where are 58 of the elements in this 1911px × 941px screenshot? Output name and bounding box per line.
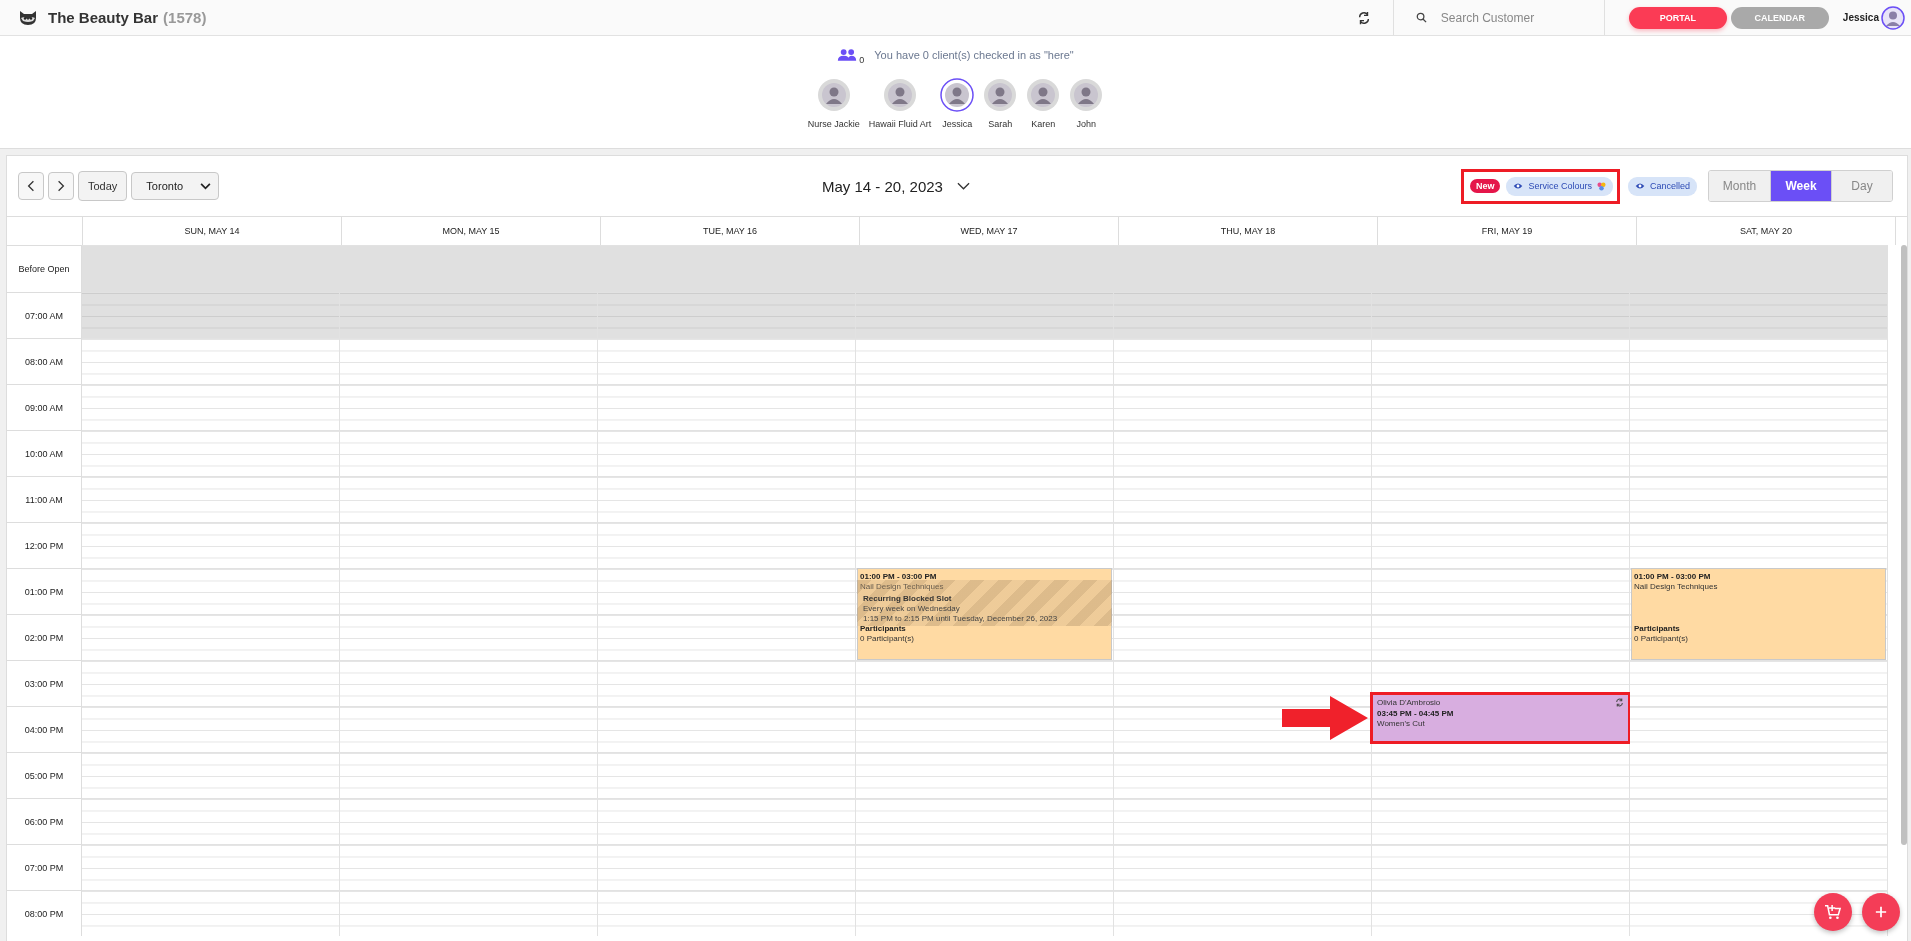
staff-avatar[interactable] [940, 78, 975, 112]
chevron-left-icon [27, 180, 35, 192]
chevron-right-icon [57, 180, 65, 192]
people-icon [837, 48, 858, 62]
event-title: Nail Design Techniques [1634, 582, 1719, 592]
participants-label: Participants [1634, 624, 1681, 634]
business-name: The Beauty Bar [48, 9, 159, 26]
user-name[interactable]: Jessica [1842, 12, 1879, 23]
staff-avatar[interactable] [1026, 78, 1061, 112]
class-event[interactable]: 01:00 PM - 03:00 PM Nail Design Techniques Participants 0 Participant(s) [1631, 568, 1886, 660]
previous-button[interactable] [18, 172, 44, 200]
date-range-title[interactable]: May 14 - 20, 2023 [822, 177, 943, 195]
service-name: Women's Cut [1377, 718, 1426, 729]
staff-avatar[interactable] [983, 78, 1018, 112]
participants-count: 0 Participant(s) [860, 634, 915, 644]
staff-name[interactable]: Hawaii Fluid Art [868, 119, 932, 129]
participants-count: 0 Participant(s) [1634, 634, 1689, 644]
staff-avatar[interactable] [1069, 78, 1104, 112]
staff-name[interactable]: Karen [1031, 119, 1056, 129]
sync-icon[interactable] [1356, 10, 1371, 25]
user-avatar[interactable] [1881, 5, 1905, 30]
client-name: Olivia D'Ambrosio [1377, 697, 1442, 708]
event-title: Nail Design Techniques [860, 582, 945, 592]
header-tab[interactable]: PORTAL [1628, 6, 1727, 29]
recurrence-text: Every week on Wednesday [863, 603, 961, 614]
appointment-event[interactable]: Olivia D'Ambrosio 03:45 PM - 04:45 PM Women's Cut [1373, 694, 1628, 741]
eye-icon [1634, 182, 1645, 190]
timezone-select[interactable]: Toronto [131, 172, 220, 200]
event-time: 03:45 PM - 04:45 PM [1377, 707, 1455, 719]
today-button[interactable]: Today [78, 171, 128, 201]
participants-label: Participants [860, 624, 907, 634]
event-time: 01:00 PM - 03:00 PM [860, 571, 938, 582]
search-field[interactable]: Search Customer [1438, 9, 1583, 26]
eye-icon [1513, 182, 1524, 190]
scrollbar[interactable] [1901, 245, 1907, 845]
staff-name[interactable]: Sarah [988, 119, 1013, 129]
toggle-pill[interactable]: Cancelled [1627, 176, 1697, 196]
cart-plus-icon [1824, 904, 1842, 920]
new-badge: New [1469, 179, 1501, 193]
blocked-time: 1:15 PM to 2:15 PM until Tuesday, December 26, 2023 [863, 613, 1059, 624]
search-icon [1415, 12, 1427, 23]
view-tab[interactable]: Week [1770, 171, 1831, 201]
checked-in-count: 0 [859, 55, 865, 65]
blocked-title: Recurring Blocked Slot [863, 593, 953, 604]
chevron-down-icon [200, 182, 212, 190]
toggle-pill[interactable]: Service Colours [1506, 176, 1613, 196]
staff-name[interactable]: John [1076, 119, 1097, 129]
staff-name[interactable]: Nurse Jackie [807, 119, 860, 129]
staff-name[interactable]: Jessica [942, 119, 973, 129]
plus-icon [1875, 906, 1887, 918]
chevron-down-icon[interactable] [956, 182, 970, 190]
client-count: (1578) [163, 9, 207, 26]
palette-icon [1596, 181, 1606, 191]
checked-in-message: You have 0 client(s) checked in as "here" [874, 49, 1074, 61]
next-button[interactable] [48, 172, 74, 200]
staff-avatar[interactable] [816, 78, 851, 112]
staff-avatar[interactable] [883, 78, 917, 112]
event-time: 01:00 PM - 03:00 PM [1634, 571, 1712, 582]
